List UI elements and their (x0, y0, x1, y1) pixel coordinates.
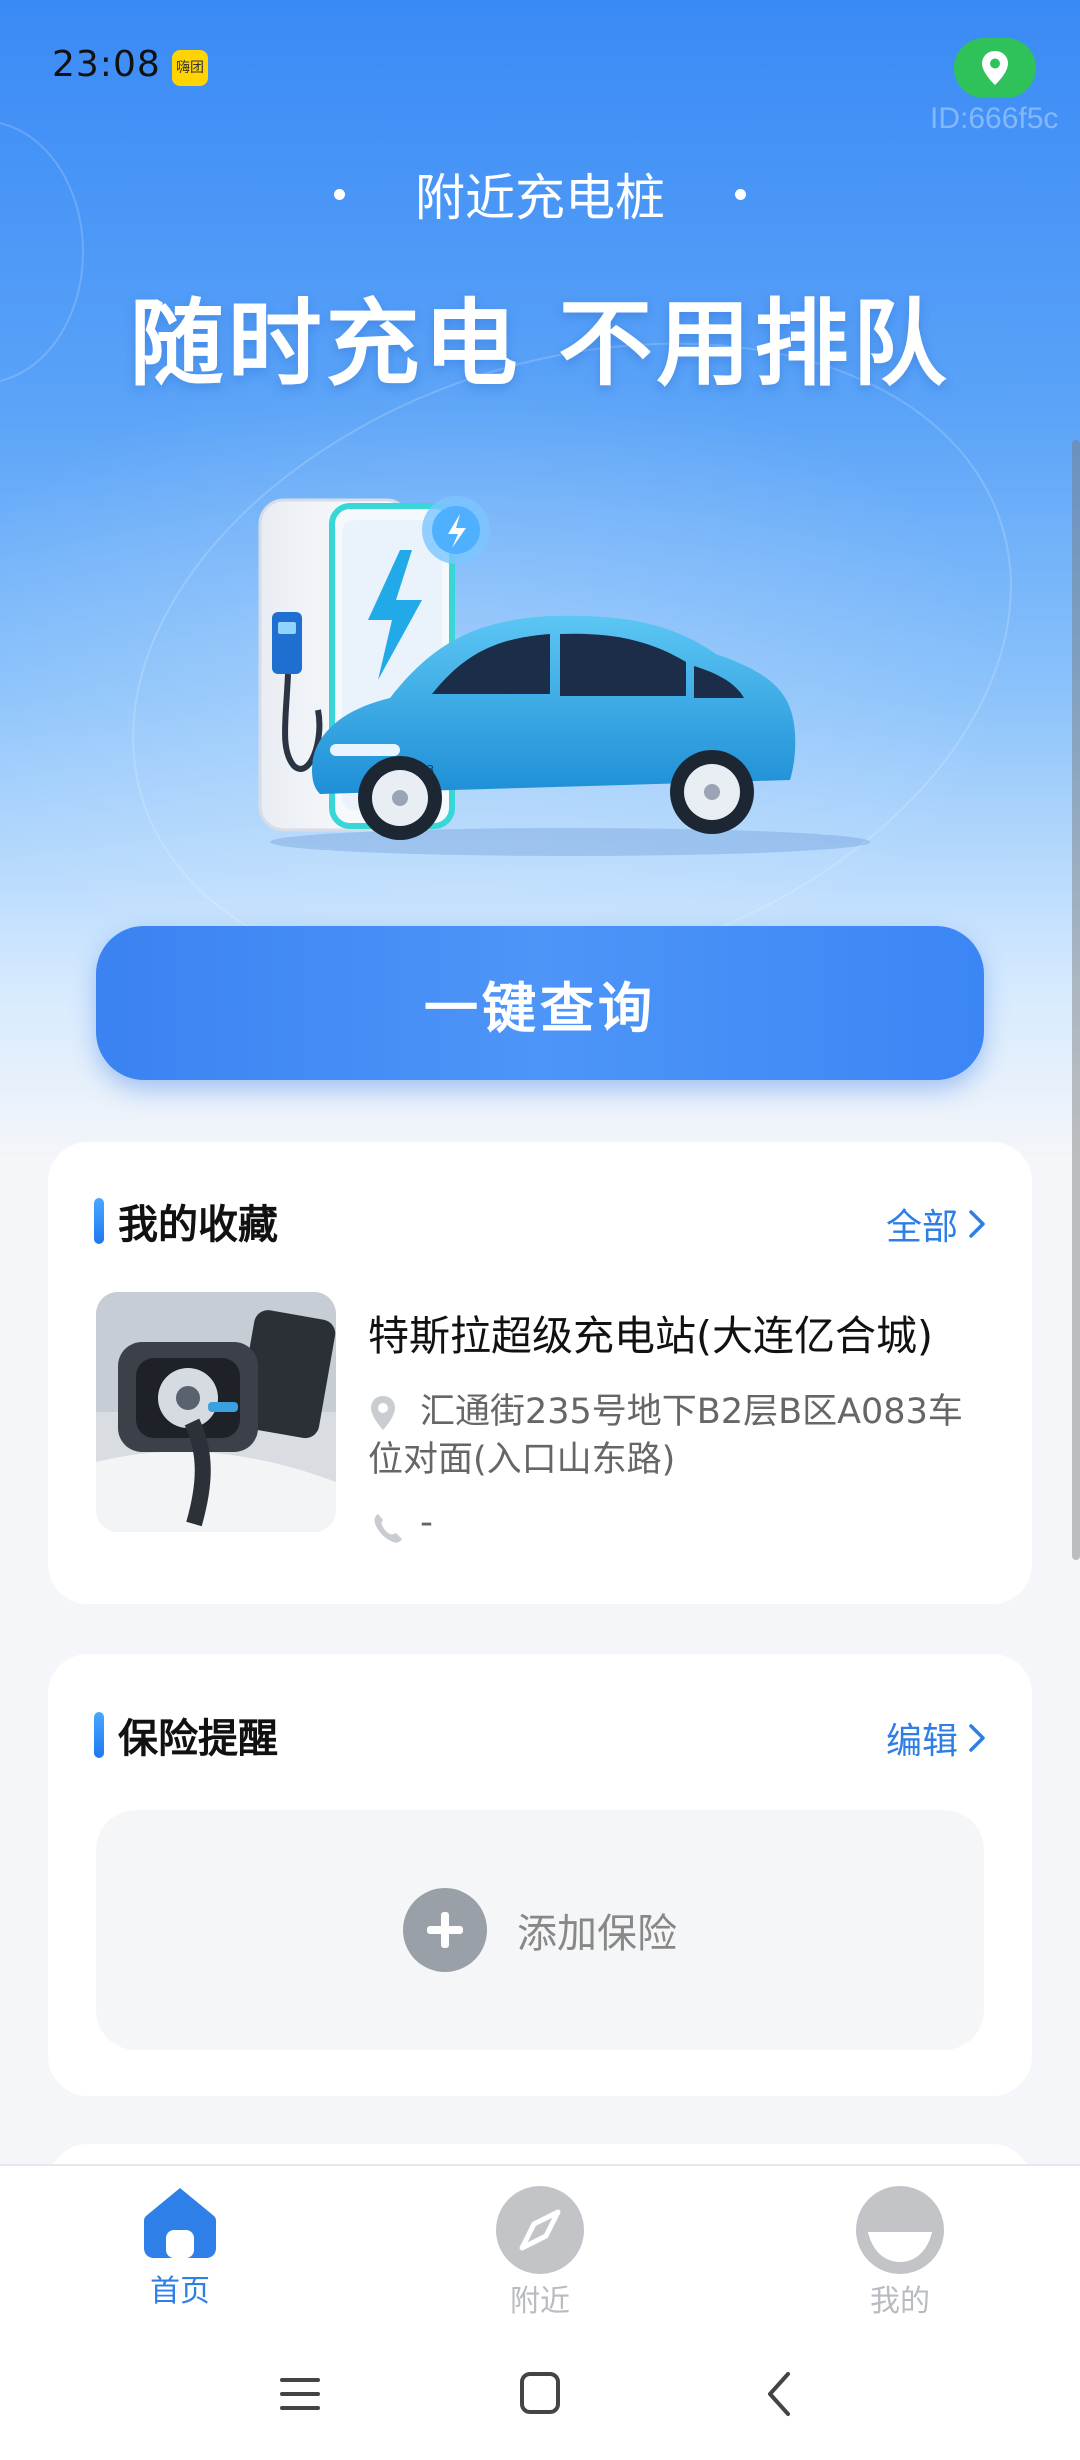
id-watermark: ID:666f5c (930, 102, 1059, 135)
compass-icon (496, 2186, 584, 2274)
status-time: 23:08 (52, 44, 161, 85)
insurance-title-text: 保险提醒 (118, 1716, 278, 1762)
tab-profile[interactable]: 我的 (810, 2184, 990, 2320)
favorites-view-all-link[interactable]: 全部 (886, 1198, 986, 1250)
profile-icon (856, 2186, 944, 2274)
back-button[interactable] (750, 2366, 810, 2422)
square-icon (520, 2372, 560, 2414)
add-insurance-button[interactable]: 添加保险 (96, 1810, 984, 2050)
favorites-view-all-label: 全部 (885, 1207, 958, 1248)
chevron-right-icon (969, 1210, 985, 1238)
favorites-card: 我的收藏 全部 特斯拉超级充电站(大连亿合城) 汇通街235号地下B2层B区A0… (48, 1142, 1032, 1604)
decor-dot (334, 188, 345, 200)
status-app-icon: 嗨团 (172, 50, 208, 86)
chevron-right-icon (969, 1724, 985, 1752)
back-arrow-icon (768, 2372, 790, 2416)
plus-icon (403, 1888, 487, 1972)
hero-banner: 23:08 嗨团 ID:666f5c 附近充电桩 随时充电 不用排队 一键查询 (0, 0, 1080, 1160)
insurance-card: 保险提醒 编辑 添加保险 (48, 1654, 1032, 2096)
title-accent-bar (94, 1198, 104, 1244)
station-thumbnail[interactable] (96, 1292, 336, 1532)
location-pin-icon (982, 51, 1008, 85)
favorites-title: 我的收藏 (94, 1192, 278, 1250)
tab-home[interactable]: 首页 (90, 2184, 270, 2310)
station-name[interactable]: 特斯拉超级充电站(大连亿合城) (368, 1302, 933, 1362)
hero-headline: 随时充电 不用排队 (129, 290, 951, 399)
menu-button[interactable] (270, 2366, 330, 2422)
charging-plug-photo (96, 1292, 336, 1532)
hero-subtitle-row: 附近充电桩 (0, 158, 1080, 230)
home-icon (144, 2188, 216, 2258)
location-button[interactable] (954, 38, 1036, 98)
station-address: 汇通街235号地下B2层B区A083车位对面(入口山东路) (368, 1392, 963, 1480)
decor-dot (735, 188, 746, 200)
tab-nearby[interactable]: 附近 (450, 2184, 630, 2320)
menu-icon (280, 2378, 320, 2410)
tab-nearby-label: 附近 (510, 2284, 570, 2319)
bottom-tab-bar: 首页 附近 我的 (0, 2164, 1080, 2324)
station-phone: - (420, 1502, 433, 1543)
scrollbar[interactable] (1072, 440, 1080, 1560)
ev-charging-illustration: ID.3 (258, 496, 870, 856)
add-insurance-label: 添加保险 (517, 1911, 677, 1957)
system-navigation-bar (0, 2322, 1080, 2460)
tab-profile-label: 我的 (870, 2284, 930, 2319)
tab-home-label: 首页 (150, 2274, 210, 2309)
insurance-edit-label: 编辑 (885, 1721, 958, 1762)
phone-icon (374, 1514, 402, 1543)
title-accent-bar (94, 1712, 104, 1758)
one-click-query-button[interactable]: 一键查询 (96, 926, 984, 1080)
insurance-title: 保险提醒 (94, 1706, 278, 1764)
hero-subtitle: 附近充电桩 (415, 169, 665, 227)
favorites-title-text: 我的收藏 (118, 1202, 278, 1248)
insurance-edit-link[interactable]: 编辑 (886, 1712, 986, 1764)
home-nav-button[interactable] (510, 2366, 570, 2422)
